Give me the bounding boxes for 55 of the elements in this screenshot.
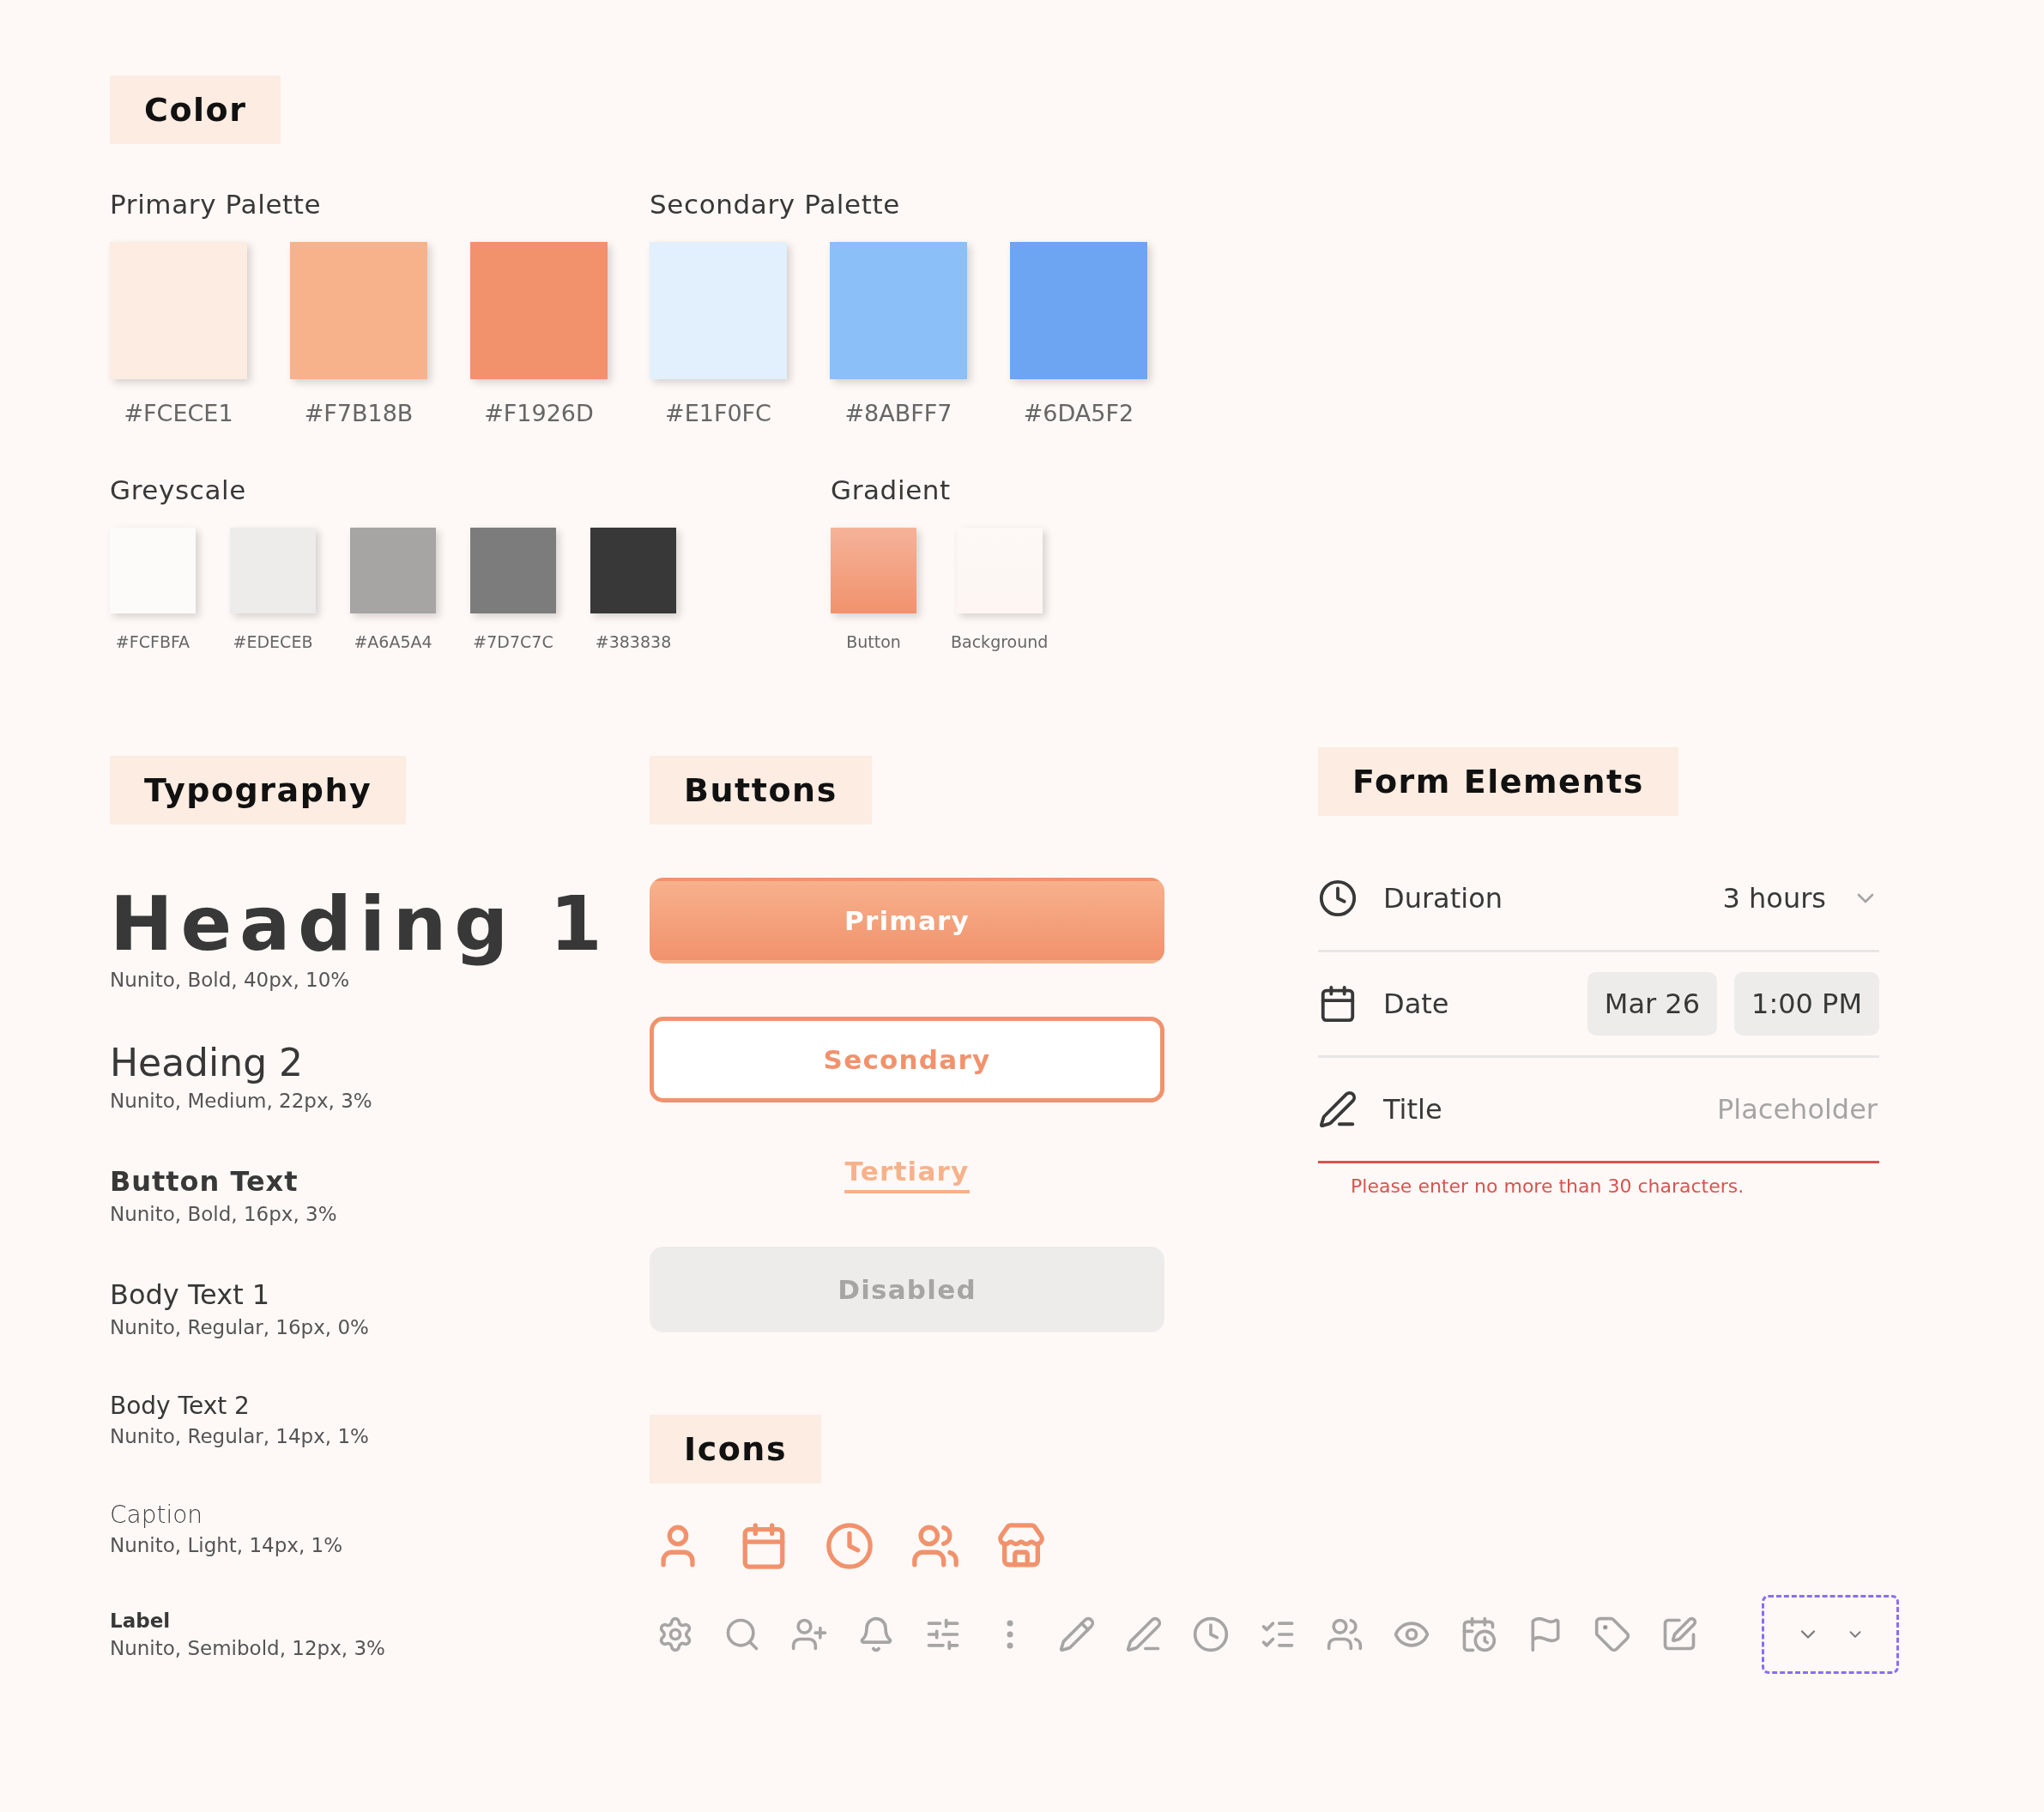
- type-spec: Nunito, Light, 14px, 1%: [110, 1533, 344, 1556]
- tertiary-link-button[interactable]: Tertiary: [844, 1156, 970, 1193]
- pen-line-icon: [1318, 1090, 1358, 1129]
- text-input[interactable]: Placeholder: [1653, 1092, 1879, 1126]
- section-title: Icons: [650, 1415, 822, 1483]
- swatch-label: #8ABFF7: [844, 400, 952, 426]
- swatch-label: #7D7C7C: [473, 632, 553, 651]
- dropdown-value[interactable]: 3 hours: [1722, 882, 1826, 915]
- more-icon: [1007, 1620, 1013, 1649]
- field-label: Duration: [1383, 882, 1503, 915]
- type-sample: Heading 1: [110, 885, 611, 964]
- type-spec: Nunito, Regular, 14px, 1%: [110, 1424, 370, 1447]
- section-title: Color: [110, 76, 281, 144]
- section-title: Typography: [110, 756, 407, 824]
- swatch-label: #FCECE1: [124, 400, 233, 426]
- swatch-label: #A6A5A4: [354, 632, 432, 651]
- clock-icon: [825, 1521, 874, 1571]
- pen-line-icon: [1125, 1616, 1163, 1653]
- swatch-label: #F1926D: [484, 400, 594, 426]
- field-label: Date: [1383, 988, 1450, 1020]
- palette-title: Greyscale: [110, 474, 247, 505]
- error-message: Please enter no more than 30 characters.: [1351, 1175, 1745, 1197]
- swatch-label: #FCFBFA: [115, 632, 190, 651]
- type-spec: Nunito, Medium, 22px, 3%: [110, 1089, 373, 1112]
- swatch-label: #6DA5F2: [1023, 400, 1134, 426]
- swatch-label: Button: [846, 632, 901, 651]
- palette-title: Secondary Palette: [650, 189, 901, 220]
- time-chip[interactable]: 1:00 PM: [1734, 972, 1879, 1036]
- pencil-icon: [1058, 1616, 1096, 1653]
- secondary-button[interactable]: Secondary: [650, 1017, 1164, 1102]
- type-sample: Heading 2: [110, 1042, 305, 1084]
- type-spec: Nunito, Bold, 16px, 3%: [110, 1202, 338, 1225]
- swatch-label: Background: [951, 632, 1049, 651]
- type-sample: Body Text 1: [110, 1277, 271, 1311]
- type-spec: Nunito, Regular, 16px, 0%: [110, 1315, 370, 1338]
- palette-title: Gradient: [831, 474, 952, 505]
- swatch-label: #E1F0FC: [665, 400, 771, 426]
- primary-button[interactable]: Primary: [650, 878, 1164, 963]
- field-label: Title: [1383, 1093, 1443, 1126]
- swatch-label: #EDECEB: [233, 632, 313, 651]
- tag-icon: [1593, 1616, 1631, 1653]
- palette-title: Primary Palette: [110, 189, 323, 220]
- swatch-label: #383838: [595, 632, 672, 651]
- type-spec: Nunito, Semibold, 12px, 3%: [110, 1636, 386, 1659]
- clock-icon: [1318, 879, 1358, 918]
- date-chip[interactable]: Mar 26: [1587, 972, 1718, 1036]
- type-sample: Body Text 2: [110, 1391, 251, 1420]
- type-sample: Button Text: [110, 1164, 299, 1198]
- clock-icon: [1192, 1616, 1230, 1653]
- type-sample: Caption: [110, 1500, 204, 1529]
- swatch-label: #F7B18B: [304, 400, 414, 426]
- type-sample: Label: [110, 1609, 172, 1632]
- section-title: Form Elements: [1318, 747, 1678, 816]
- section-title: Buttons: [650, 756, 872, 824]
- type-spec: Nunito, Bold, 40px, 10%: [110, 969, 351, 992]
